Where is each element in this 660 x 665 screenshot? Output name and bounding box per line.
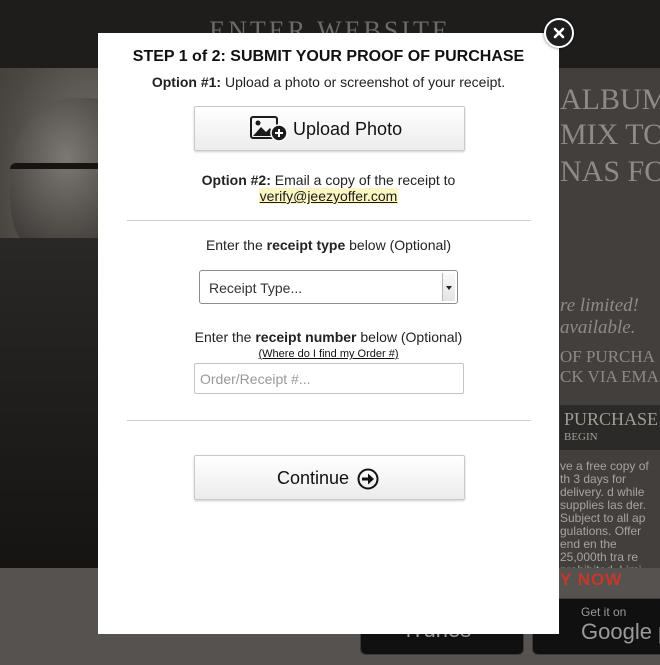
upload-photo-button[interactable]: Upload Photo (194, 106, 465, 151)
verify-email-link[interactable]: verify@jeezyoffer.com (258, 188, 399, 204)
background-limited-line: re limited! (560, 295, 639, 316)
option2-label: Option #2: (201, 172, 271, 188)
close-modal-button[interactable] (544, 18, 574, 48)
background-promo-line: NAS FO (560, 155, 660, 188)
modal-title: STEP 1 of 2: SUBMIT YOUR PROOF OF PURCHA… (132, 48, 525, 65)
upload-photo-label: Upload Photo (293, 119, 403, 139)
receipt-number-input[interactable] (194, 363, 464, 394)
background-google-play-big: Google p (581, 619, 660, 644)
receipt-type-select[interactable]: Receipt Type... (199, 270, 458, 304)
continue-button[interactable]: Continue (194, 455, 465, 500)
option1-text: Option #1: Upload a photo or screenshot … (98, 74, 559, 90)
background-limited-line: available. (560, 317, 636, 338)
background-purchase-title: PURCHASE (564, 409, 659, 429)
option2-description: Email a copy of the receipt to (270, 172, 456, 188)
chevron-down-icon (442, 273, 455, 301)
receipt-type-selected-value: Receipt Type... (209, 280, 303, 296)
order-number-help: (Where do I find my Order #) (98, 348, 559, 360)
background-purchase-sub: BEGIN (564, 431, 598, 443)
receipt-type-label: Enter the receipt type below (Optional) (205, 237, 452, 253)
option1-label: Option #1: (151, 74, 222, 90)
continue-label: Continue (277, 468, 350, 488)
background-promo-line: MIX TO (560, 118, 660, 151)
background-purchase-line: OF PURCHA (560, 347, 655, 366)
proof-of-purchase-modal: STEP 1 of 2: SUBMIT YOUR PROOF OF PURCHA… (98, 33, 559, 634)
add-photo-icon (250, 116, 288, 147)
receipt-number-label: Enter the receipt number below (Optional… (194, 329, 463, 345)
divider (127, 220, 531, 221)
background-buy-now: Y NOW (560, 570, 623, 589)
arrow-right-circle-icon (357, 468, 379, 495)
option1-description: Upload a photo or screenshot of your rec… (221, 74, 506, 90)
option2-text: Option #2: Email a copy of the receipt t… (98, 172, 559, 204)
close-icon (553, 27, 565, 39)
divider (127, 420, 531, 421)
background-google-play-small: Get it on (581, 605, 627, 619)
order-number-help-link[interactable]: (Where do I find my Order #) (259, 348, 399, 360)
background-purchase-button: PURCHASE BEGIN (560, 405, 660, 450)
background-promo-line: ALBUM (560, 83, 660, 116)
background-purchase-line: CK VIA EMA (560, 367, 659, 386)
